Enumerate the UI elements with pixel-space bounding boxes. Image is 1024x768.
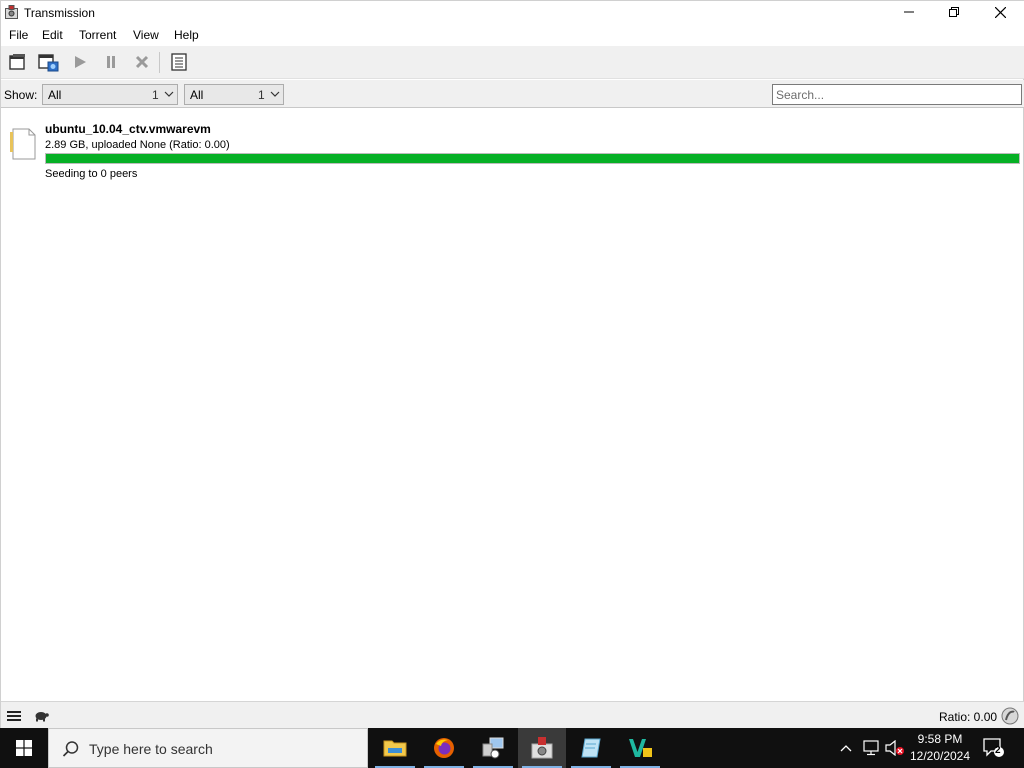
taskbar-transmission[interactable] [518,728,566,768]
network-tray-button[interactable] [860,728,882,768]
chevron-down-icon [164,91,174,97]
ratio-mode-icon[interactable] [1001,707,1019,725]
close-button[interactable] [977,1,1023,23]
window-title: Transmission [24,6,95,20]
open-torrent-icon [9,54,25,70]
file-icon [10,128,36,160]
taskbar: Type here to search 9:58 PM 12/20/2024 2 [0,728,1024,768]
show-hidden-icons-button[interactable] [836,728,856,768]
menu-edit[interactable]: Edit [42,28,63,42]
menu-torrent[interactable]: Torrent [79,28,116,42]
taskbar-clock[interactable]: 9:58 PM 12/20/2024 [905,731,975,765]
notification-center-button[interactable]: 2 [979,728,1009,768]
tracker-filter-count: 1 [258,88,265,102]
taskbar-firefox[interactable] [420,728,468,768]
torrent-row[interactable]: ubuntu_10.04_ctv.vmwarevm 2.89 GB, uploa… [2,115,1023,181]
activity-filter-dropdown[interactable]: All 1 [42,84,178,105]
open-torrent-button[interactable] [7,51,29,73]
remove-button[interactable] [131,51,153,73]
open-url-icon [38,54,59,72]
status-bar: Ratio: 0.00 [1,701,1024,729]
toolbar [1,46,1024,79]
show-label: Show: [4,88,38,102]
notification-count-badge: 2 [995,745,1001,756]
search-box[interactable] [772,84,1022,105]
torrent-name: ubuntu_10.04_ctv.vmwarevm [45,122,211,136]
torrent-progress-text: 2.89 GB, uploaded None (Ratio: 0.00) [45,139,230,151]
torrent-progress-fill [46,154,1019,163]
activity-filter-value: All [48,88,62,102]
pause-button[interactable] [100,51,122,73]
chevron-down-icon [270,91,280,97]
network-computer-icon [482,737,504,759]
volume-tray-button[interactable] [884,728,906,768]
menu-bar: File Edit Torrent View Help [1,24,1024,46]
search-input[interactable] [773,85,1021,104]
taskbar-notepad-app[interactable] [567,728,615,768]
start-button[interactable] [0,728,48,768]
minimize-button[interactable] [886,1,932,23]
remove-icon [135,55,149,69]
clock-date: 12/20/2024 [909,749,971,763]
menu-view[interactable]: View [133,28,159,42]
options-menu-icon[interactable] [7,710,21,722]
torrent-list[interactable]: ubuntu_10.04_ctv.vmwarevm 2.89 GB, uploa… [2,109,1023,701]
title-bar: Transmission [1,1,1024,24]
search-icon [62,741,79,757]
close-icon [994,6,1006,18]
notification-icon [983,738,1004,757]
notepad-icon [581,738,601,758]
torrent-progress-bar [45,153,1020,164]
ratio-text: Ratio: 0.00 [939,710,998,724]
turtle-icon[interactable] [33,709,49,723]
firefox-icon [434,738,454,758]
taskbar-vs-app[interactable] [616,728,664,768]
taskbar-network-app[interactable] [469,728,517,768]
start-icon [75,56,86,68]
toolbar-separator [159,52,160,73]
visual-studio-icon [629,739,652,757]
transmission-window: Transmission File Edit Torrent View Help [0,0,1024,729]
transmission-app-icon [531,737,553,759]
start-button[interactable] [69,51,91,73]
torrent-status: Seeding to 0 peers [45,168,138,180]
taskbar-search-box[interactable]: Type here to search [48,728,368,768]
restore-icon [949,7,959,17]
folder-icon [383,740,407,757]
chevron-up-icon [840,745,852,752]
taskbar-search-text: Type here to search [89,741,213,757]
transmission-app-icon [5,5,18,19]
restore-button[interactable] [931,1,977,23]
clock-time: 9:58 PM [917,732,963,746]
taskbar-file-explorer[interactable] [371,728,419,768]
open-url-button[interactable] [38,51,60,73]
minimize-icon [904,11,914,13]
properties-icon [171,53,187,71]
volume-muted-icon [885,740,904,756]
tracker-filter-value: All [190,88,204,102]
pause-icon [107,56,115,68]
menu-file[interactable]: File [9,28,28,42]
activity-filter-count: 1 [152,88,159,102]
windows-logo-icon [16,740,32,756]
tracker-filter-dropdown[interactable]: All 1 [184,84,284,105]
menu-help[interactable]: Help [174,28,199,42]
properties-button[interactable] [168,51,190,73]
network-icon [863,740,879,756]
